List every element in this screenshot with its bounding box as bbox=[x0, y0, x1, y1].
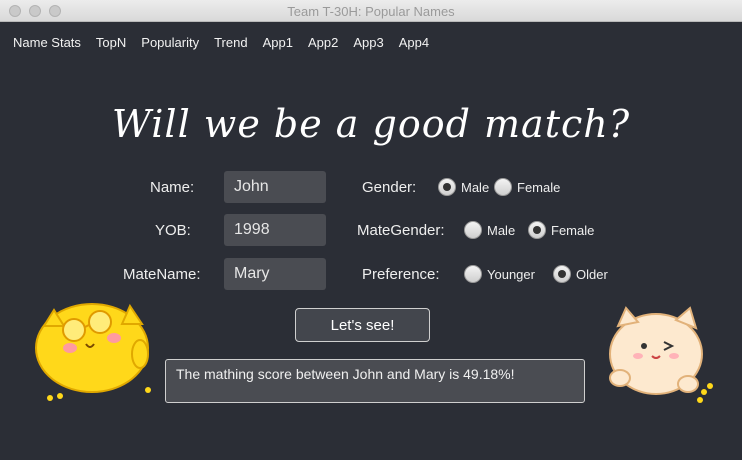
menu-app4[interactable]: App4 bbox=[399, 35, 429, 50]
yob-input[interactable] bbox=[224, 214, 326, 246]
mategender-label: MateGender: bbox=[357, 222, 445, 239]
name-input[interactable] bbox=[224, 171, 326, 203]
mategender-male-radio[interactable]: Male bbox=[464, 221, 515, 239]
name-label: Name: bbox=[150, 179, 195, 196]
radio-label: Male bbox=[487, 222, 516, 238]
page-title: Will we be a good match? bbox=[111, 102, 631, 146]
result-textarea[interactable]: The mathing score between John and Mary … bbox=[165, 359, 585, 403]
app-content: Name Stats TopN Popularity Trend App1 Ap… bbox=[0, 22, 742, 460]
window-title: Team T-30H: Popular Names bbox=[287, 4, 455, 19]
lets-see-button[interactable]: Let's see! bbox=[295, 308, 430, 342]
menu-app2[interactable]: App2 bbox=[308, 35, 338, 50]
radio-indicator bbox=[464, 221, 482, 239]
radio-selected-indicator bbox=[438, 178, 456, 196]
window-titlebar: Team T-30H: Popular Names bbox=[0, 0, 742, 22]
radio-label: Female bbox=[517, 179, 561, 195]
cream-cat-mascot-icon bbox=[609, 306, 713, 403]
menu-app3[interactable]: App3 bbox=[353, 35, 383, 50]
yob-label: YOB: bbox=[155, 222, 191, 239]
menu-app1[interactable]: App1 bbox=[263, 35, 293, 50]
radio-label: Male bbox=[461, 179, 490, 195]
gender-male-radio[interactable]: Male bbox=[438, 178, 489, 196]
matename-input[interactable] bbox=[224, 258, 326, 290]
gender-female-radio[interactable]: Female bbox=[494, 178, 560, 196]
radio-label: Female bbox=[551, 222, 595, 238]
preference-label: Preference: bbox=[362, 266, 440, 283]
preference-younger-radio[interactable]: Younger bbox=[464, 265, 535, 283]
radio-indicator bbox=[494, 178, 512, 196]
menu-bar: Name Stats TopN Popularity Trend App1 Ap… bbox=[13, 35, 444, 50]
preference-older-radio[interactable]: Older bbox=[553, 265, 608, 283]
mategender-female-radio[interactable]: Female bbox=[528, 221, 594, 239]
radio-selected-indicator bbox=[528, 221, 546, 239]
radio-indicator bbox=[464, 265, 482, 283]
radio-label: Younger bbox=[487, 266, 535, 282]
yellow-cat-mascot-icon bbox=[35, 303, 151, 401]
menu-popularity[interactable]: Popularity bbox=[141, 35, 199, 50]
menu-trend[interactable]: Trend bbox=[214, 35, 247, 50]
radio-selected-indicator bbox=[553, 265, 571, 283]
menu-name-stats[interactable]: Name Stats bbox=[13, 35, 81, 50]
gender-label: Gender: bbox=[362, 179, 417, 196]
radio-label: Older bbox=[576, 266, 608, 282]
matename-label: MateName: bbox=[123, 266, 201, 283]
menu-topn[interactable]: TopN bbox=[96, 35, 126, 50]
